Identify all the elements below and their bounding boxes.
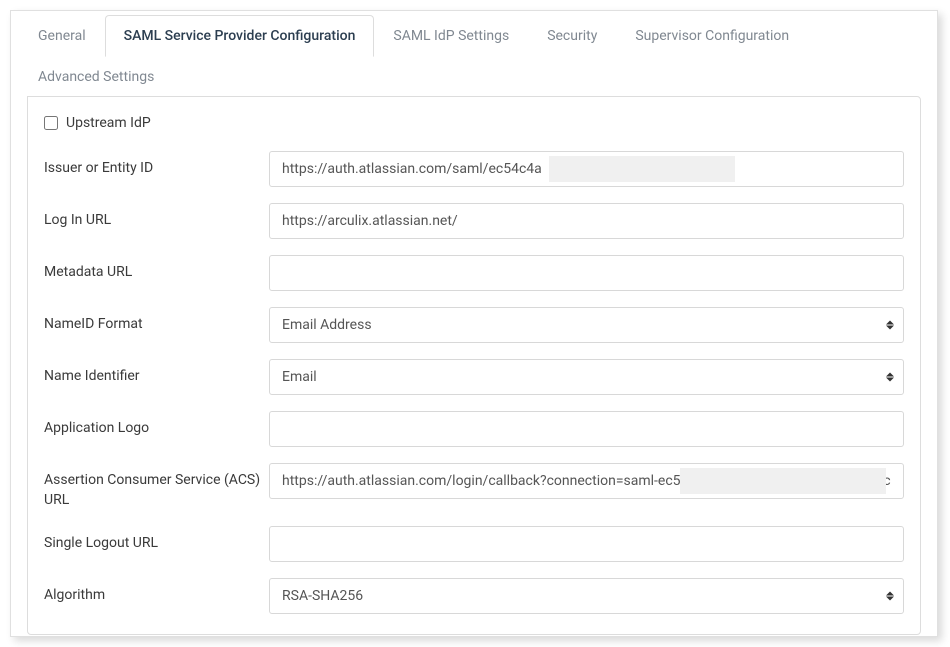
metadata-url-control <box>269 255 904 291</box>
upstream-idp-row: Upstream IdP <box>44 115 904 131</box>
issuer-input[interactable] <box>269 151 904 187</box>
tabs-wrapper: General SAML Service Provider Configurat… <box>11 11 937 636</box>
name-identifier-control: Email <box>269 359 904 395</box>
tab-advanced-settings[interactable]: Advanced Settings <box>19 56 173 97</box>
nameid-format-select[interactable]: Email Address <box>269 307 904 343</box>
name-identifier-select[interactable]: Email <box>269 359 904 395</box>
tabs-bar: General SAML Service Provider Configurat… <box>19 15 929 97</box>
login-url-row: Log In URL <box>44 203 904 239</box>
application-logo-row: Application Logo <box>44 411 904 447</box>
tab-supervisor-config[interactable]: Supervisor Configuration <box>616 15 808 56</box>
single-logout-label: Single Logout URL <box>44 526 269 554</box>
metadata-url-row: Metadata URL <box>44 255 904 291</box>
acs-url-row: Assertion Consumer Service (ACS) URL <box>44 463 904 510</box>
acs-url-input[interactable] <box>269 463 904 499</box>
upstream-idp-checkbox[interactable] <box>44 116 58 130</box>
issuer-control <box>269 151 904 187</box>
login-url-input[interactable] <box>269 203 904 239</box>
acs-url-label: Assertion Consumer Service (ACS) URL <box>44 463 269 510</box>
login-url-label: Log In URL <box>44 203 269 231</box>
upstream-idp-label[interactable]: Upstream IdP <box>66 115 151 131</box>
single-logout-row: Single Logout URL <box>44 526 904 562</box>
name-identifier-label: Name Identifier <box>44 359 269 387</box>
issuer-label: Issuer or Entity ID <box>44 151 269 179</box>
application-logo-control <box>269 411 904 447</box>
acs-url-control <box>269 463 904 499</box>
tab-saml-idp-settings[interactable]: SAML IdP Settings <box>374 15 528 56</box>
algorithm-row: Algorithm RSA-SHA256 <box>44 578 904 614</box>
login-url-control <box>269 203 904 239</box>
nameid-format-control: Email Address <box>269 307 904 343</box>
metadata-url-label: Metadata URL <box>44 255 269 283</box>
nameid-format-row: NameID Format Email Address <box>44 307 904 343</box>
application-logo-label: Application Logo <box>44 411 269 439</box>
algorithm-select[interactable]: RSA-SHA256 <box>269 578 904 614</box>
application-logo-input[interactable] <box>269 411 904 447</box>
nameid-format-label: NameID Format <box>44 307 269 335</box>
tab-security[interactable]: Security <box>528 15 616 56</box>
name-identifier-row: Name Identifier Email <box>44 359 904 395</box>
algorithm-label: Algorithm <box>44 578 269 606</box>
tab-content: Upstream IdP Issuer or Entity ID Log In … <box>27 96 921 635</box>
algorithm-control: RSA-SHA256 <box>269 578 904 614</box>
tab-general[interactable]: General <box>19 15 105 56</box>
issuer-row: Issuer or Entity ID <box>44 151 904 187</box>
single-logout-control <box>269 526 904 562</box>
metadata-url-input[interactable] <box>269 255 904 291</box>
single-logout-input[interactable] <box>269 526 904 562</box>
config-panel: General SAML Service Provider Configurat… <box>10 10 938 637</box>
tab-saml-sp-config[interactable]: SAML Service Provider Configuration <box>105 15 375 57</box>
